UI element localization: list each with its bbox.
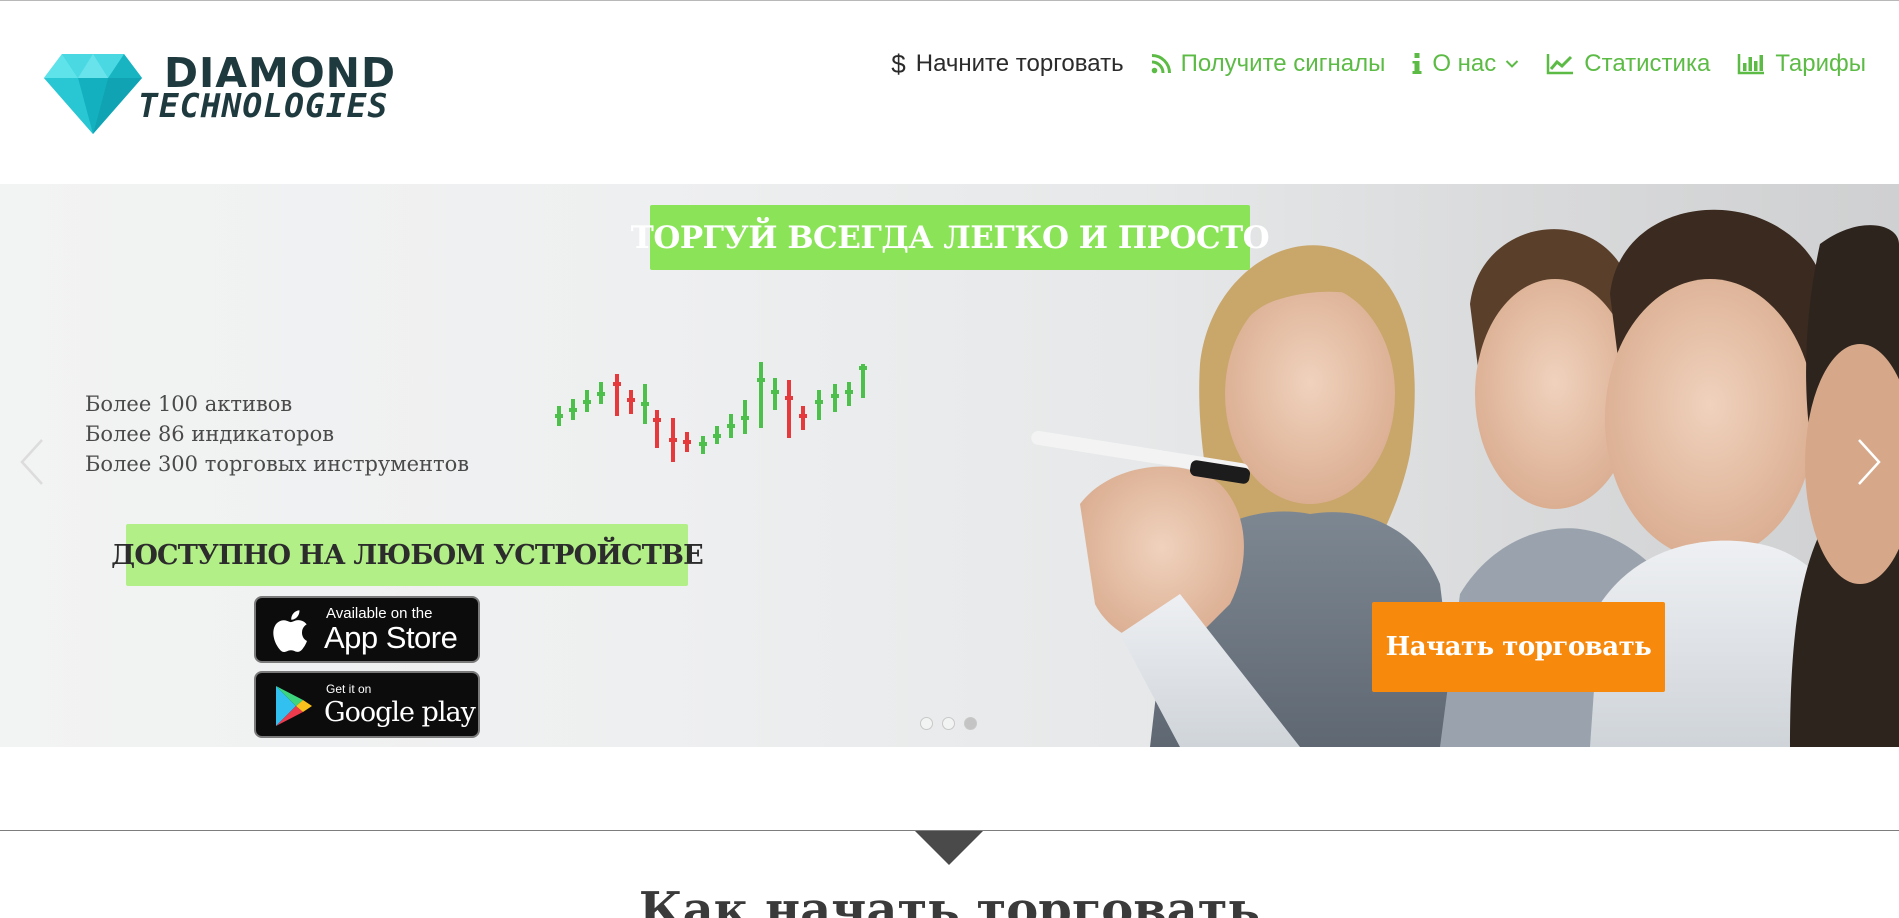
nav-item-label: Начните торговать <box>915 50 1124 77</box>
info-icon <box>1412 53 1422 75</box>
slider-next-arrow[interactable] <box>1851 434 1887 490</box>
nav-item-label: Получите сигналы <box>1180 50 1386 77</box>
google-play-badge[interactable]: Get it on Google play <box>254 671 480 738</box>
features-list: Более 100 активов Более 86 индикаторов Б… <box>85 389 469 479</box>
diamond-icon <box>44 54 142 134</box>
feature-item: Более 86 индикаторов <box>85 422 335 446</box>
line-chart-icon <box>1546 53 1574 75</box>
nav-item-statistics[interactable]: Статистика <box>1546 50 1710 78</box>
site-logo[interactable]: DIAMOND TECHNOLOGIES <box>44 50 404 136</box>
slider-dot-3[interactable] <box>964 717 977 730</box>
nav-item-label: О нас <box>1432 50 1497 77</box>
google-play-big-text: Google play <box>324 697 476 728</box>
divider-arrow <box>915 831 983 865</box>
app-store-badge[interactable]: Available on the App Store <box>254 596 480 663</box>
bar-chart-icon <box>1737 53 1765 75</box>
hero-headline: ТОРГУЙ ВСЕГДА ЛЕГКО И ПРОСТО <box>631 205 1270 270</box>
google-play-icon <box>276 686 312 726</box>
nav-item-pricing[interactable]: Тарифы <box>1737 50 1866 78</box>
nav-item-label: Тарифы <box>1775 50 1866 77</box>
nav-item-start-trading[interactable]: $ Начните торговать <box>891 49 1123 80</box>
hero-slider: ТОРГУЙ ВСЕГДА ЛЕГКО И ПРОСТО Более 100 а… <box>0 184 1899 747</box>
nav-item-about[interactable]: О нас <box>1412 50 1519 78</box>
nav-item-signals[interactable]: Получите сигналы <box>1151 50 1386 78</box>
section-title: Как начать торговать <box>638 882 1261 918</box>
slider-dot-2[interactable] <box>942 717 955 730</box>
apple-icon <box>273 610 307 653</box>
top-border <box>0 0 1899 1</box>
nav-item-label: Статистика <box>1584 50 1711 77</box>
chevron-left-icon <box>20 439 43 485</box>
candlestick-chart-graphic <box>555 362 867 462</box>
app-store-big-text: App Store <box>324 620 458 655</box>
feature-item: Более 300 торговых инструментов <box>85 452 470 476</box>
feature-item: Более 100 активов <box>85 392 293 416</box>
logo-text-line2: TECHNOLOGIES <box>138 86 389 125</box>
start-trading-button[interactable]: Начать торговать <box>1372 602 1665 692</box>
rss-icon <box>1151 54 1171 74</box>
chevron-down-icon <box>1505 59 1519 69</box>
slider-dots <box>920 717 977 730</box>
device-availability-banner: ДОСТУПНО НА ЛЮБОМ УСТРОЙСТВЕ <box>111 524 704 586</box>
main-nav: $ Начните торговать Получите сигналы О н… <box>891 44 1866 84</box>
google-play-small-text: Get it on <box>326 682 372 696</box>
slider-dot-1[interactable] <box>920 717 933 730</box>
slider-prev-arrow[interactable] <box>14 434 50 490</box>
dollar-icon: $ <box>891 48 906 79</box>
chevron-right-icon <box>1858 439 1881 485</box>
